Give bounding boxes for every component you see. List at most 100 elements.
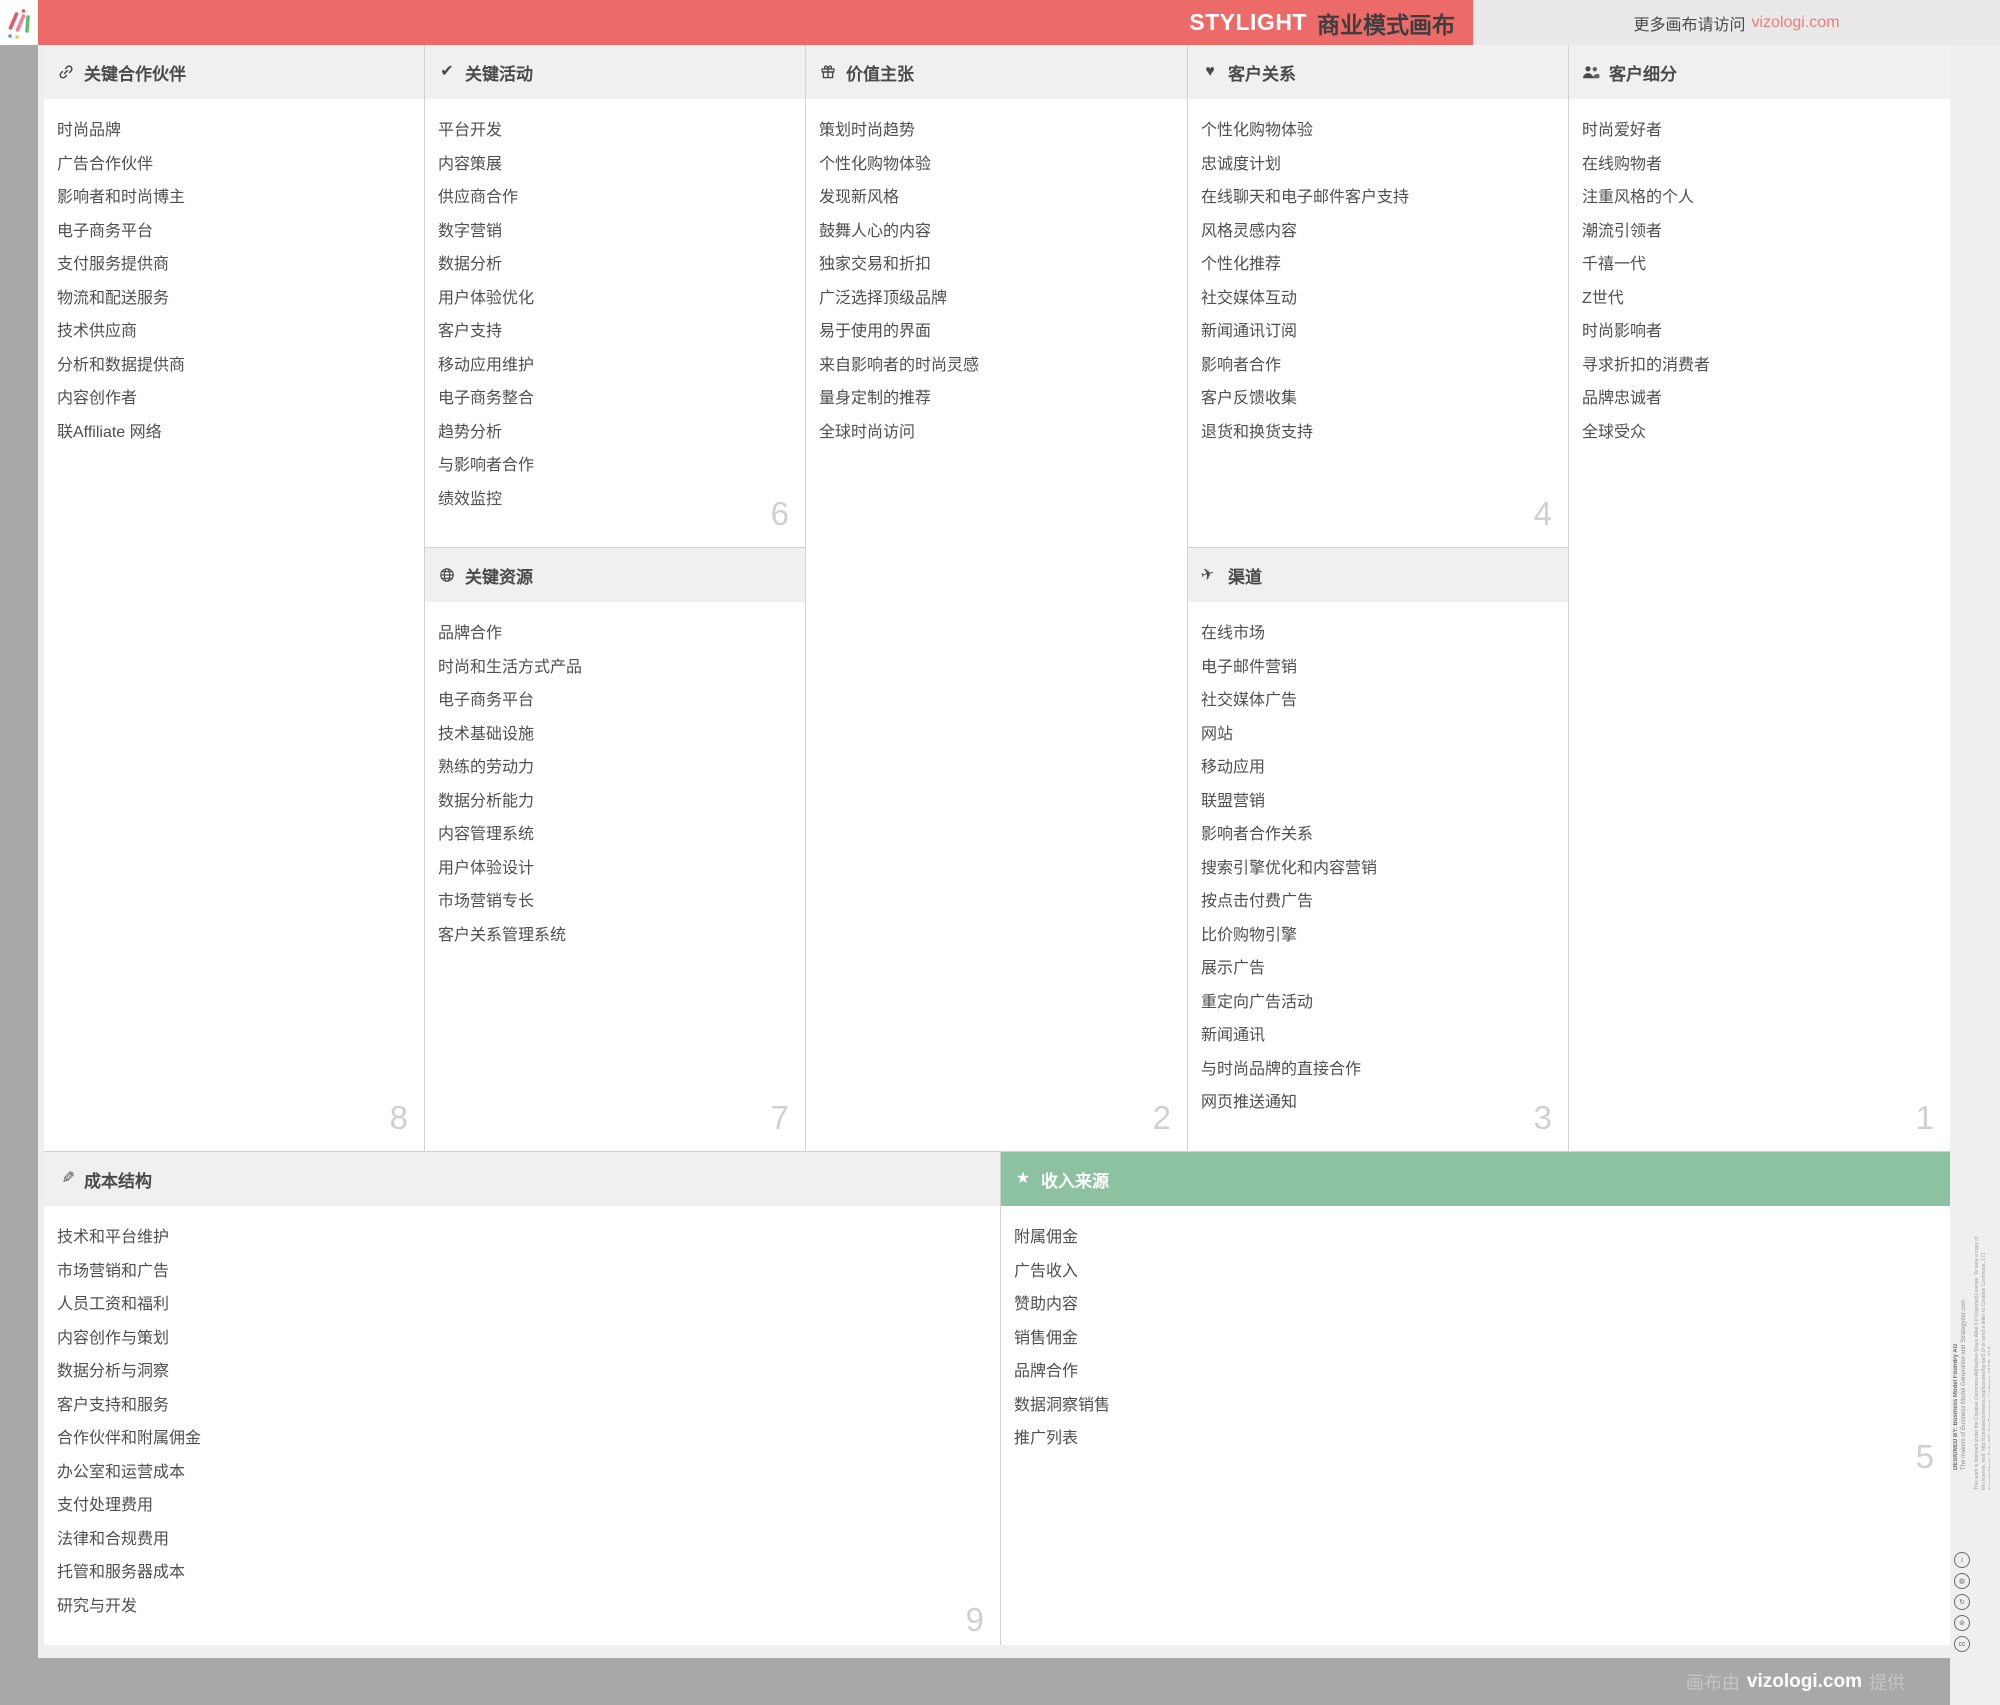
list-item: 人员工资和福利 bbox=[57, 1296, 170, 1313]
page-title: 商业模式画布 bbox=[1317, 11, 1455, 38]
section-header: ✔ 关键活动 bbox=[425, 45, 805, 99]
section-revenue-streams: ★ 收入来源 附属佣金 广告收入 赞助内容 销售佣金 品牌合作 数据洞察销售 推广列表 5 bbox=[1001, 1152, 1950, 1645]
cc-sharealike-icon: ↻ bbox=[1954, 1594, 1970, 1610]
list-item: 影响者和时尚博主 bbox=[57, 189, 186, 206]
list-item: 个性化推荐 bbox=[1201, 256, 1282, 273]
section-header: 价值主张 bbox=[806, 45, 1187, 99]
list-item: 风格灵感内容 bbox=[1201, 222, 1298, 240]
section-header: ✈ 渠道 bbox=[1188, 548, 1568, 602]
link-icon bbox=[57, 64, 75, 80]
list-item: 用户体验设计 bbox=[438, 859, 535, 877]
list-item: 社交媒体互动 bbox=[1201, 289, 1298, 307]
section-title: 客户关系 bbox=[1228, 64, 1296, 84]
list-item: 发现新风格 bbox=[819, 189, 900, 206]
vizologi-link[interactable]: vizologi.com bbox=[1751, 14, 1839, 32]
section-key-activities: ✔ 关键活动 平台开发 内容策展 供应商合作 数字营销 数据分析 用户体验优化 客户支持 移动… bbox=[425, 45, 805, 547]
list-item: 网页推送通知 bbox=[1201, 1094, 1298, 1111]
list-item: 广告收入 bbox=[1014, 1262, 1079, 1280]
list-item: 内容创作者 bbox=[57, 390, 138, 407]
list-item: 客户支持 bbox=[438, 323, 503, 340]
list-item: 支付服务提供商 bbox=[57, 256, 170, 273]
footer-suffix: 提供 bbox=[1869, 1672, 1905, 1693]
license-note: This work is licensed under the Creative… bbox=[1974, 1236, 1990, 1490]
section-key-partners: 关键合作伙伴 时尚品牌 广告合作伙伴 影响者和时尚博主 电子商务平台 支付服务提供商 物流… bbox=[44, 45, 424, 1151]
title-bar: STYLIGHT 商业模式画布 bbox=[38, 0, 1473, 45]
list-item: 支付处理费用 bbox=[57, 1497, 154, 1514]
list-item: 社交媒体广告 bbox=[1201, 692, 1298, 709]
list-item: 内容创作与策划 bbox=[57, 1329, 170, 1347]
paper-plane-icon: ✈ bbox=[1199, 565, 1217, 585]
list-item: 数据分析 bbox=[438, 256, 503, 273]
section-number: 3 bbox=[1533, 1099, 1552, 1136]
cc-equal-icon: ⊜ bbox=[1954, 1615, 1970, 1631]
list-item: 市场营销和广告 bbox=[57, 1262, 170, 1280]
list-item: 在线市场 bbox=[1201, 625, 1266, 642]
section-customer-segments: 客户细分 时尚爱好者 在线购物者 注重风格的个人 潮流引领者 千禧一代 Z世代 时尚影响者寻… bbox=[1569, 45, 1950, 1151]
list-item: 品牌忠诚者 bbox=[1582, 390, 1663, 407]
list-item: Z世代 bbox=[1582, 289, 1624, 307]
list-item: 在线购物者 bbox=[1582, 155, 1663, 173]
list-item: 电子商务平台 bbox=[438, 692, 535, 709]
list-item: 鼓舞人心的内容 bbox=[819, 222, 932, 240]
vizologi-logo[interactable] bbox=[0, 0, 38, 45]
cc-icon: cc bbox=[1954, 1636, 1970, 1652]
list-item: 技术供应商 bbox=[57, 323, 138, 340]
list-item: 忠诚度计划 bbox=[1201, 155, 1282, 173]
list-item: 客户关系管理系统 bbox=[438, 926, 567, 944]
list-item: 技术和平台维护 bbox=[57, 1229, 170, 1246]
section-items: 附属佣金 广告收入 赞助内容 销售佣金 品牌合作 数据洞察销售 推广列表 bbox=[1001, 1206, 1950, 1456]
list-item: 新闻通讯订阅 bbox=[1201, 323, 1298, 340]
cc-license-icons: i ◍ ↻ ⊜ cc bbox=[1954, 1552, 1970, 1652]
list-item: 比价购物引擎 bbox=[1201, 926, 1298, 944]
list-item: 易于使用的界面 bbox=[819, 323, 932, 340]
list-item: 内容策展 bbox=[438, 155, 503, 173]
star-icon: ★ bbox=[1015, 1170, 1031, 1187]
brand-name: STYLIGHT bbox=[1189, 9, 1307, 35]
list-item: 移动应用 bbox=[1201, 759, 1266, 776]
list-item: 绩效监控 bbox=[438, 490, 503, 508]
list-item: 联Affiliate 网络 bbox=[57, 423, 162, 441]
list-item: 数字营销 bbox=[438, 222, 503, 240]
list-item: 用户体验优化 bbox=[438, 289, 535, 307]
check-icon: ✔ bbox=[440, 63, 454, 80]
footer-vizologi-link[interactable]: vizologi.com bbox=[1747, 1671, 1862, 1692]
list-item: 电子商务平台 bbox=[57, 222, 154, 240]
list-item: 品牌合作 bbox=[1014, 1363, 1079, 1380]
list-item: 量身定制的推荐 bbox=[819, 390, 932, 407]
list-item: 法律和合规费用 bbox=[57, 1530, 170, 1548]
footer-prefix: 画布由 bbox=[1685, 1672, 1740, 1693]
designed-by-note: DESIGNED BY: Business Model Foundry AG T… bbox=[1952, 1255, 1969, 1470]
list-item: 策划时尚趋势 bbox=[819, 122, 916, 139]
list-item: 分析和数据提供商 bbox=[57, 356, 186, 374]
section-header: ★ 收入来源 bbox=[1001, 1152, 1950, 1206]
section-channels: ✈ 渠道 在线市场 电子邮件营销 社交媒体广告 网站 移动应用 联盟营销 影响者合作关系 搜索… bbox=[1188, 548, 1568, 1151]
section-customer-relationships: ♥ 客户关系 个性化购物体验 忠诚度计划 在线聊天和电子邮件客户支持 风格灵感内容 个性… bbox=[1188, 45, 1568, 547]
section-title: 渠道 bbox=[1228, 567, 1262, 587]
list-item: 全球受众 bbox=[1582, 423, 1647, 441]
list-item: 千禧一代 bbox=[1582, 256, 1647, 273]
list-item: 来自影响者的时尚灵感 bbox=[819, 356, 980, 374]
list-item: 市场营销专长 bbox=[438, 893, 535, 910]
list-item: 个性化购物体验 bbox=[819, 155, 932, 173]
section-number: 6 bbox=[770, 495, 789, 532]
list-item: 推广列表 bbox=[1014, 1430, 1079, 1447]
section-number: 5 bbox=[1915, 1438, 1934, 1475]
list-item: 寻求折扣的消费者 bbox=[1582, 356, 1711, 374]
list-item: 电子商务整合 bbox=[438, 390, 535, 407]
section-cost-structure: ✎ 成本结构 技术和平台维护 市场营销和广告 人员工资和福利 内容创作与策划 数据分析与… bbox=[44, 1152, 1000, 1645]
left-margin bbox=[0, 45, 38, 1705]
list-item: 供应商合作 bbox=[438, 189, 519, 206]
people-icon bbox=[1582, 64, 1600, 80]
section-number: 1 bbox=[1915, 1099, 1934, 1136]
list-item: 个性化购物体验 bbox=[1201, 122, 1314, 139]
section-header: 关键合作伙伴 bbox=[44, 45, 424, 99]
list-item: 搜索引擎优化和内容营销 bbox=[1201, 859, 1378, 877]
section-number: 4 bbox=[1533, 495, 1552, 532]
list-item: 潮流引领者 bbox=[1582, 222, 1663, 240]
list-item: 赞助内容 bbox=[1014, 1296, 1079, 1313]
section-title: 关键资源 bbox=[465, 567, 533, 587]
section-items: 策划时尚趋势 个性化购物体验 发现新风格 鼓舞人心的内容 独家交易和折扣 广泛选择顶级品牌… bbox=[806, 99, 1187, 449]
list-item: 合作伙伴和附属佣金 bbox=[57, 1430, 202, 1447]
section-header: 客户细分 bbox=[1569, 45, 1950, 99]
list-item: 影响者合作关系 bbox=[1201, 826, 1314, 843]
